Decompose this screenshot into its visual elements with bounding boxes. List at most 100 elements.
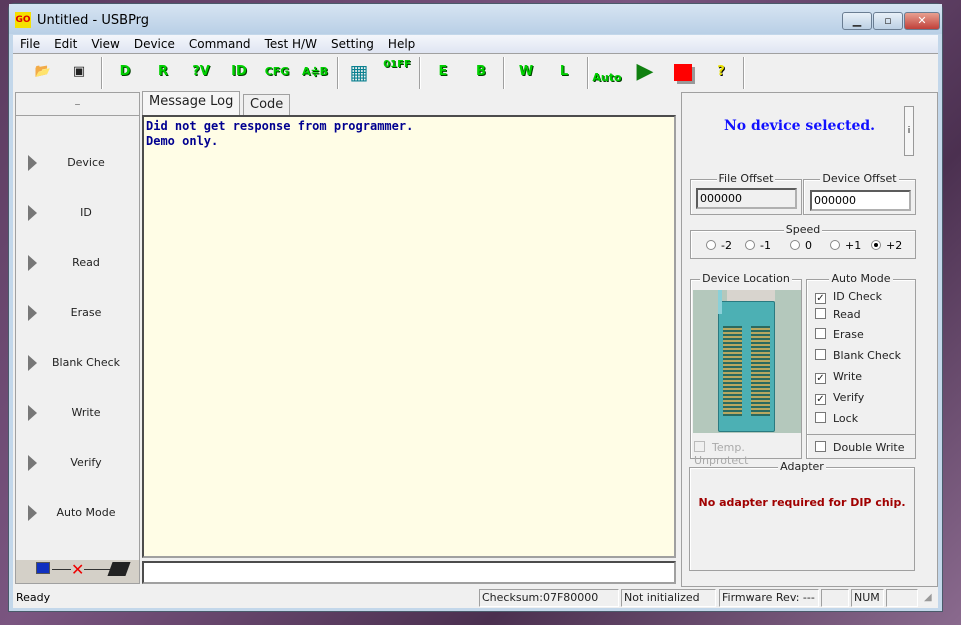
cmd-label: Erase xyxy=(70,306,102,319)
buffer-calculator-icon[interactable]: ▦ xyxy=(343,58,375,88)
cmd-label: ID xyxy=(80,206,92,219)
cmd-label: Blank Check xyxy=(51,356,121,369)
menu-test-hw[interactable]: Test H/W xyxy=(258,35,324,53)
auto-write-checkbox[interactable]: ✓ Write xyxy=(815,370,862,384)
auto-mode-group: Auto Mode ✓ ID Check Read Erase Blank Che… xyxy=(806,272,916,459)
stop-icon[interactable] xyxy=(667,58,699,88)
menu-device[interactable]: Device xyxy=(127,35,182,53)
lock-button[interactable]: L xyxy=(548,58,580,88)
erase-button[interactable]: E xyxy=(427,58,459,88)
status-scroll xyxy=(886,589,918,607)
double-write-checkbox[interactable]: Double Write xyxy=(815,441,905,454)
auto-lock-checkbox[interactable]: Lock xyxy=(815,412,858,425)
maximize-button[interactable]: ▫ xyxy=(873,12,903,30)
cmd-id[interactable]: ID xyxy=(16,198,139,228)
computer-icon xyxy=(36,562,50,574)
minimize-button[interactable]: ▁ xyxy=(842,12,872,30)
menu-edit[interactable]: Edit xyxy=(47,35,84,53)
status-firmware: Firmware Rev: --- xyxy=(719,589,819,607)
read-button[interactable]: R xyxy=(147,58,179,88)
disconnected-x-icon: ✕ xyxy=(71,560,85,579)
verify-button[interactable]: ?V xyxy=(185,58,217,88)
read-id-button[interactable]: ID xyxy=(223,58,255,88)
device-status: No device selected. xyxy=(723,118,876,134)
help-button[interactable]: ? xyxy=(705,58,737,88)
adapter-text: No adapter required for DIP chip. xyxy=(698,496,906,509)
zif-socket-image xyxy=(693,290,801,433)
open-folder-icon[interactable]: 📂 xyxy=(27,58,59,88)
run-play-icon[interactable]: ▶ xyxy=(629,58,661,88)
file-offset-label: File Offset xyxy=(716,172,776,185)
auto-erase-checkbox[interactable]: Erase xyxy=(815,328,864,341)
title-bar[interactable]: GO Untitled - USBPrg ▁ ▫ ✕ xyxy=(9,4,942,34)
file-offset-field: 000000 xyxy=(696,188,797,209)
write-button[interactable]: W xyxy=(510,58,542,88)
blank-check-button[interactable]: B xyxy=(465,58,497,88)
cmd-auto-mode[interactable]: Auto Mode xyxy=(16,498,139,528)
speed-radio-p2[interactable]: +2 xyxy=(871,239,902,252)
close-button[interactable]: ✕ xyxy=(904,12,940,30)
device-offset-group: Device Offset 000000 xyxy=(803,172,916,215)
auto-id-check-checkbox[interactable]: ✓ ID Check xyxy=(815,290,882,304)
cmd-verify[interactable]: Verify xyxy=(16,448,139,478)
auto-verify-checkbox[interactable]: ✓ Verify xyxy=(815,391,864,405)
menu-bar: File Edit View Device Command Test H/W Setting… xyxy=(13,35,938,53)
config-button[interactable]: CFG xyxy=(261,58,293,88)
connection-status: ✕ xyxy=(16,560,139,583)
command-input[interactable] xyxy=(142,561,676,584)
cmd-device[interactable]: Device xyxy=(16,148,139,178)
menu-command[interactable]: Command xyxy=(182,35,258,53)
speed-radio-p1[interactable]: +1 xyxy=(830,239,861,252)
speed-label: Speed xyxy=(783,223,823,236)
toolbar: 📂 ▣ D R ?V ID CFG A≑B ▦ 01FF E B W L Aut… xyxy=(13,53,938,91)
arrow-icon xyxy=(28,455,37,471)
cmd-read[interactable]: Read xyxy=(16,248,139,278)
auto-button[interactable]: Auto xyxy=(591,58,623,88)
speed-radio-m1[interactable]: -1 xyxy=(745,239,771,252)
arrow-icon xyxy=(28,405,37,421)
device-location-label: Device Location xyxy=(700,272,792,285)
auto-blank-check-checkbox[interactable]: Blank Check xyxy=(815,349,901,362)
auto-mode-label: Auto Mode xyxy=(829,272,893,285)
cmd-label: Read xyxy=(72,256,100,269)
panel-collapse-button[interactable]: – xyxy=(16,93,139,116)
cmd-label: Write xyxy=(71,406,101,419)
menu-view[interactable]: View xyxy=(84,35,126,53)
adapter-label: Adapter xyxy=(778,460,826,473)
resize-grip-icon[interactable]: ◢ xyxy=(924,592,932,603)
adapter-group: Adapter No adapter required for DIP chip… xyxy=(689,460,915,571)
menu-help[interactable]: Help xyxy=(381,35,422,53)
status-checksum: Checksum:07F80000 xyxy=(479,589,619,607)
auto-read-checkbox[interactable]: Read xyxy=(815,308,861,321)
device-offset-input[interactable]: 000000 xyxy=(810,190,911,211)
cmd-erase[interactable]: Erase xyxy=(16,298,139,328)
speed-radio-m2[interactable]: -2 xyxy=(706,239,732,252)
client-area: – Device ID Read Erase Blank Check Write… xyxy=(13,91,938,588)
message-log[interactable]: Did not get response from programmer. De… xyxy=(142,115,676,558)
device-panel: No device selected. i File Offset 000000… xyxy=(681,92,938,587)
device-select-button[interactable]: D xyxy=(109,58,141,88)
app-window: GO Untitled - USBPrg ▁ ▫ ✕ File Edit View D… xyxy=(8,3,943,612)
device-location-group: Device Location Temp. Unprotect xyxy=(690,272,802,467)
arrow-icon xyxy=(28,505,37,521)
fill-buffer-button[interactable]: 01FF xyxy=(381,58,413,88)
tab-message-log[interactable]: Message Log xyxy=(142,91,241,115)
tab-code[interactable]: Code xyxy=(243,94,291,115)
status-empty xyxy=(821,589,849,607)
cmd-label: Verify xyxy=(70,456,102,469)
menu-file[interactable]: File xyxy=(13,35,47,53)
command-panel: – Device ID Read Erase Blank Check Write… xyxy=(15,92,140,584)
arrow-icon xyxy=(28,205,37,221)
speed-radio-0[interactable]: 0 xyxy=(790,239,812,252)
menu-setting[interactable]: Setting xyxy=(324,35,381,53)
cmd-label: Device xyxy=(67,156,105,169)
compare-button[interactable]: A≑B xyxy=(299,58,331,88)
status-num: NUM xyxy=(851,589,884,607)
cmd-label: Auto Mode xyxy=(56,506,116,519)
status-bar: Ready Checksum:07F80000 Not initialized … xyxy=(13,588,938,608)
save-disk-icon[interactable]: ▣ xyxy=(63,58,95,88)
cmd-blank-check[interactable]: Blank Check xyxy=(16,348,139,378)
status-init: Not initialized xyxy=(621,589,716,607)
info-button[interactable]: i xyxy=(904,106,914,156)
cmd-write[interactable]: Write xyxy=(16,398,139,428)
